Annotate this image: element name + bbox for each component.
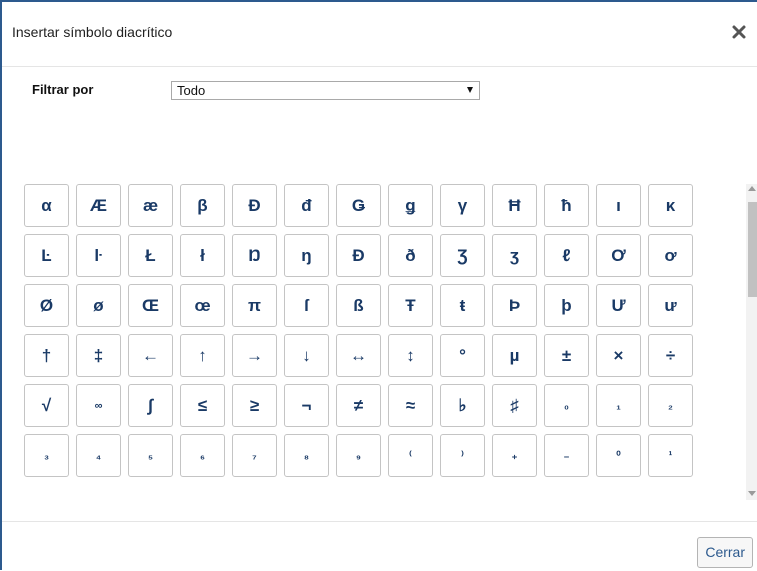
symbol-button[interactable]: ♯ — [492, 384, 537, 427]
symbol-button[interactable]: ♭ — [440, 384, 485, 427]
symbol-button[interactable]: ʒ — [492, 234, 537, 277]
symbol-button[interactable]: ₅ — [128, 434, 173, 477]
symbol-button[interactable]: ħ — [544, 184, 589, 227]
symbol-button[interactable]: ſ — [284, 284, 329, 327]
symbol-button[interactable]: đ — [284, 184, 329, 227]
symbol-button[interactable]: Ð — [336, 234, 381, 277]
filter-select[interactable]: Todo — [171, 81, 480, 100]
symbol-button[interactable]: Æ — [76, 184, 121, 227]
close-button[interactable]: Cerrar — [697, 537, 753, 568]
symbol-button[interactable]: ₉ — [336, 434, 381, 477]
symbol-button[interactable]: ơ — [648, 234, 693, 277]
symbol-button[interactable]: ₃ — [24, 434, 69, 477]
symbol-button[interactable]: ₂ — [648, 384, 693, 427]
symbol-button[interactable]: ₁ — [596, 384, 641, 427]
symbol-button[interactable]: ↑ — [180, 334, 225, 377]
symbol-button[interactable]: ₄ — [76, 434, 121, 477]
symbol-button[interactable]: ₊ — [492, 434, 537, 477]
symbol-button[interactable]: ⁾ — [440, 434, 485, 477]
symbol-button[interactable]: ℓ — [544, 234, 589, 277]
symbol-button[interactable]: ≤ — [180, 384, 225, 427]
symbol-button[interactable]: Ħ — [492, 184, 537, 227]
symbol-button[interactable]: ı — [596, 184, 641, 227]
scroll-down-arrow-icon[interactable] — [748, 491, 756, 496]
symbol-button[interactable]: ¬ — [284, 384, 329, 427]
symbol-button[interactable]: ₋ — [544, 434, 589, 477]
symbol-button[interactable]: ł — [180, 234, 225, 277]
symbol-button[interactable]: β — [180, 184, 225, 227]
symbol-button[interactable]: ß — [336, 284, 381, 327]
symbol-button[interactable]: ≈ — [388, 384, 433, 427]
filter-label: Filtrar por — [32, 82, 94, 97]
close-x-icon[interactable] — [731, 24, 747, 40]
symbol-button[interactable]: γ — [440, 184, 485, 227]
symbol-button[interactable]: Ŧ — [388, 284, 433, 327]
symbol-button[interactable]: ŧ — [440, 284, 485, 327]
symbol-button[interactable]: ↕ — [388, 334, 433, 377]
symbol-button[interactable]: ≠ — [336, 384, 381, 427]
symbol-button[interactable]: Ð — [232, 184, 277, 227]
symbol-button[interactable]: α — [24, 184, 69, 227]
symbol-button[interactable]: → — [232, 334, 277, 377]
symbol-button[interactable]: ± — [544, 334, 589, 377]
symbol-button[interactable]: ư — [648, 284, 693, 327]
scroll-up-arrow-icon[interactable] — [748, 186, 756, 191]
symbol-button[interactable]: ∞ — [76, 384, 121, 427]
symbol-button[interactable]: ↔ — [336, 334, 381, 377]
symbol-button[interactable]: Ł — [128, 234, 173, 277]
symbol-button[interactable]: ¹ — [648, 434, 693, 477]
symbol-grid: α Ææ β Ðđ Ǥǥ γ Ħħ ı κ Ŀŀ Łł Ŋŋ Ðð Ʒʒ ℓ Ơơ Øø Œœ π ſ ß Ŧŧ Þþ Ưư †… — [24, 184, 742, 477]
symbol-button[interactable]: Þ — [492, 284, 537, 327]
symbol-button[interactable]: ÷ — [648, 334, 693, 377]
symbol-button[interactable]: Ǥ — [336, 184, 381, 227]
symbol-button[interactable]: ° — [440, 334, 485, 377]
symbol-button[interactable]: κ — [648, 184, 693, 227]
symbol-button[interactable]: ŀ — [76, 234, 121, 277]
symbol-button[interactable]: Ø — [24, 284, 69, 327]
symbol-button[interactable]: ≥ — [232, 384, 277, 427]
symbol-button[interactable]: √ — [24, 384, 69, 427]
symbol-button[interactable]: † — [24, 334, 69, 377]
symbol-button[interactable]: œ — [180, 284, 225, 327]
symbol-button[interactable]: þ — [544, 284, 589, 327]
symbol-button[interactable]: Ŀ — [24, 234, 69, 277]
symbol-button[interactable]: ∫ — [128, 384, 173, 427]
symbol-button[interactable]: ð — [388, 234, 433, 277]
symbol-button[interactable]: Ŋ — [232, 234, 277, 277]
symbol-button[interactable]: ₇ — [232, 434, 277, 477]
dropdown-arrow-icon — [467, 87, 473, 93]
symbol-button[interactable]: ⁽ — [388, 434, 433, 477]
symbol-grid-area: α Ææ β Ðđ Ǥǥ γ Ħħ ı κ Ŀŀ Łł Ŋŋ Ðð Ʒʒ ℓ Ơơ Øø Œœ π ſ ß Ŧŧ Þþ Ưư †… — [24, 184, 742, 500]
dialog-header: Insertar símbolo diacrítico — [2, 2, 757, 67]
symbol-button[interactable]: ‡ — [76, 334, 121, 377]
symbol-button[interactable]: ǥ — [388, 184, 433, 227]
symbol-button[interactable]: ŋ — [284, 234, 329, 277]
dialog-footer: Cerrar — [2, 521, 757, 571]
symbol-button[interactable]: ← — [128, 334, 173, 377]
symbol-grid-scrollbar[interactable] — [746, 184, 757, 500]
symbol-button[interactable]: Ư — [596, 284, 641, 327]
symbol-button[interactable]: Ơ — [596, 234, 641, 277]
symbol-button[interactable]: ₀ — [544, 384, 589, 427]
symbol-button[interactable]: ø — [76, 284, 121, 327]
symbol-button[interactable]: Œ — [128, 284, 173, 327]
symbol-button[interactable]: µ — [492, 334, 537, 377]
symbol-button[interactable]: ₆ — [180, 434, 225, 477]
filter-selected-value: Todo — [177, 83, 206, 98]
symbol-button[interactable]: π — [232, 284, 277, 327]
symbol-button[interactable]: æ — [128, 184, 173, 227]
dialog-title: Insertar símbolo diacrítico — [12, 24, 173, 40]
scrollbar-thumb[interactable] — [748, 202, 757, 297]
symbol-button[interactable]: ₈ — [284, 434, 329, 477]
symbol-button[interactable]: Ʒ — [440, 234, 485, 277]
symbol-button[interactable]: ↓ — [284, 334, 329, 377]
symbol-button[interactable]: × — [596, 334, 641, 377]
insert-diacritic-dialog: Insertar símbolo diacrítico Filtrar por … — [0, 0, 757, 570]
symbol-button[interactable]: ⁰ — [596, 434, 641, 477]
